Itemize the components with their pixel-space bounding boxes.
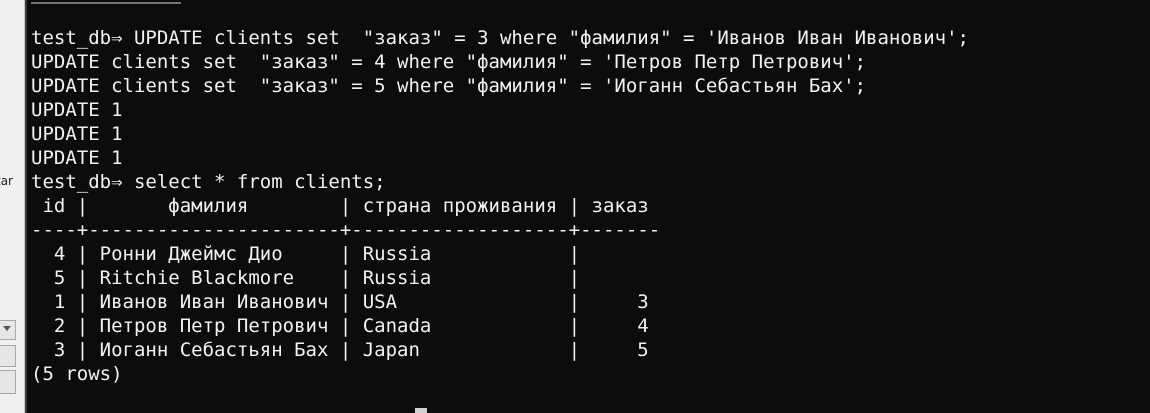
- terminal-line-select-command: test_db⇒ select * from clients;: [31, 171, 386, 193]
- row-count-footer: (5 rows): [31, 363, 123, 385]
- terminal-line-update-command-1: test_db⇒ UPDATE clients set "заказ" = 3 …: [31, 27, 969, 49]
- terminal-window[interactable]: test_db⇒ UPDATE clients set "заказ" = 3 …: [25, 0, 1150, 413]
- table-row: 3 | Иоганн Себастьян Бах | Japan | 5: [31, 339, 649, 361]
- terminal-line-update-command-2: UPDATE clients set "заказ" = 4 where "фа…: [31, 51, 867, 73]
- terminal-line-update-result-3: UPDATE 1: [31, 147, 123, 169]
- table-row: 1 | Иванов Иван Иванович | USA | 3: [31, 291, 649, 313]
- table-row: 2 | Петров Петр Петрович | Canada | 4: [31, 315, 649, 337]
- result-table-separator: ----+----------------------+------------…: [31, 219, 661, 241]
- table-row: 5 | Ritchie Blackmore | Russia |: [31, 267, 581, 289]
- left-panel-button-2[interactable]: [0, 345, 16, 367]
- screen: tar test_db⇒ UPDATE clients set "заказ" …: [0, 0, 1150, 413]
- terminal-output: test_db⇒ UPDATE clients set "заказ" = 3 …: [31, 26, 969, 386]
- text-cursor: [415, 408, 427, 413]
- table-row: 4 | Ронни Джеймс Дио | Russia |: [31, 243, 581, 265]
- terminal-line-update-command-3: UPDATE clients set "заказ" = 5 where "фа…: [31, 75, 867, 97]
- terminal-line-update-result-2: UPDATE 1: [31, 123, 123, 145]
- scrolled-line-remnant: [31, 0, 181, 4]
- left-panel-partial-label: tar: [0, 174, 13, 188]
- left-panel-button-3[interactable]: [0, 370, 16, 394]
- chevron-down-icon: [3, 326, 11, 331]
- terminal-line-update-result-1: UPDATE 1: [31, 99, 123, 121]
- left-panel: tar: [0, 0, 25, 413]
- left-panel-button-1[interactable]: [0, 320, 16, 340]
- result-table-header: id | фамилия | страна проживания | заказ: [31, 195, 649, 217]
